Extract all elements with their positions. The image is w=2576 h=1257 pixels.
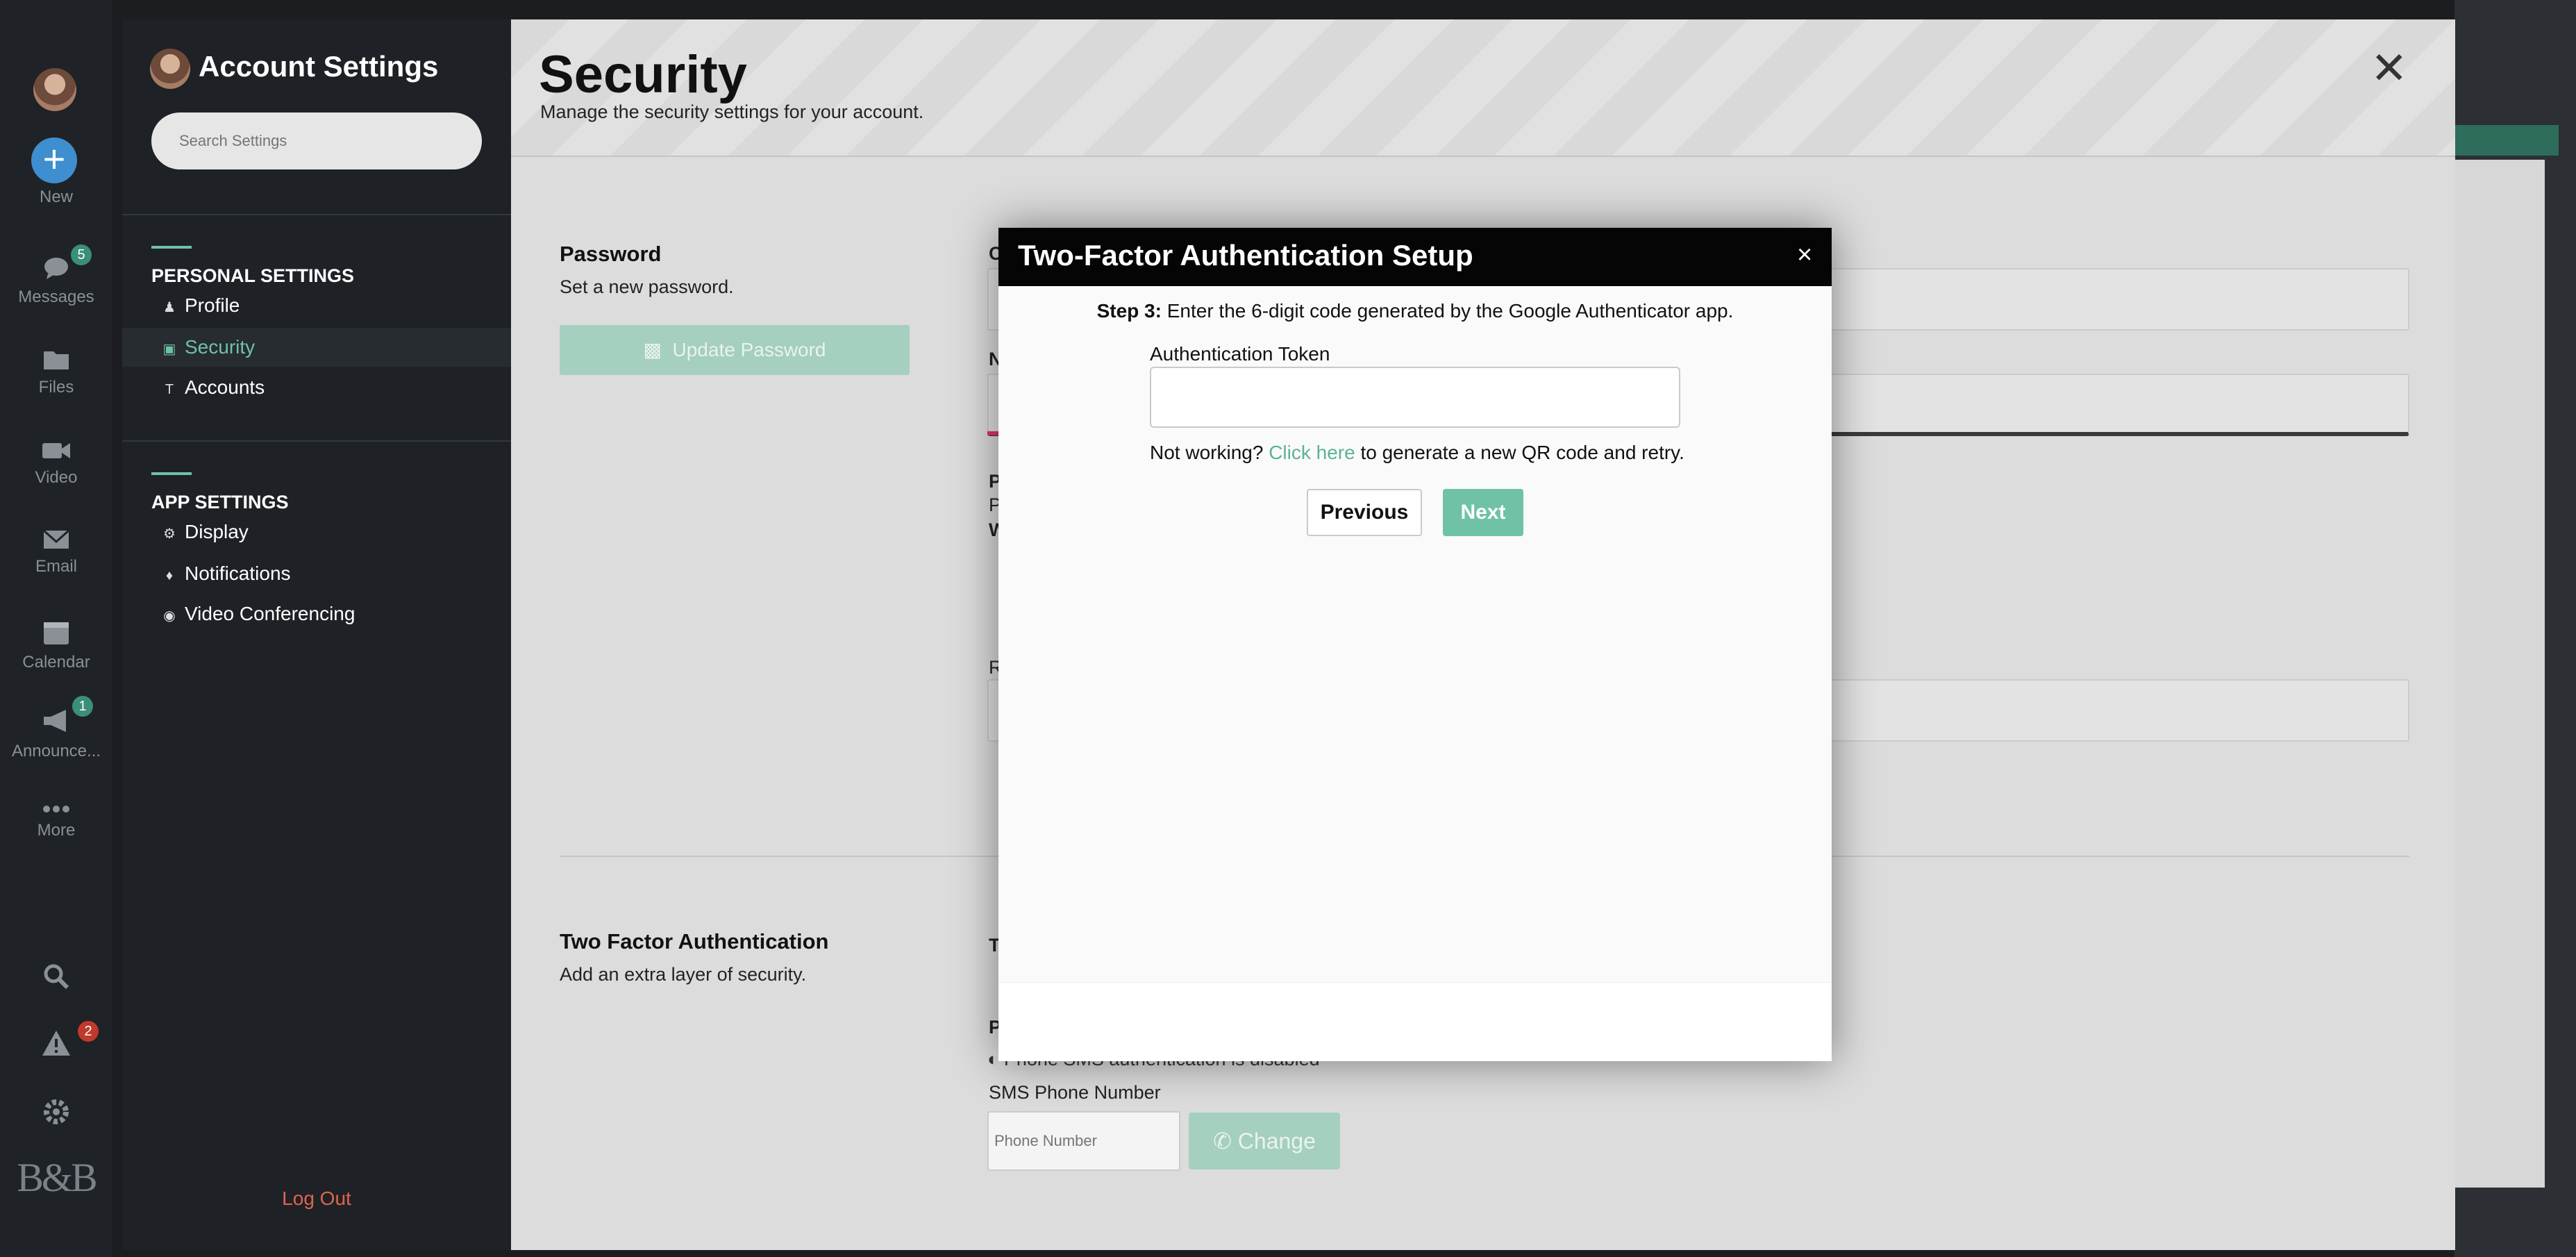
two-factor-setup-modal: Two-Factor Authentication Setup × Step 3… [998, 228, 1832, 1061]
not-working-text: Not working? Click here to generate a ne… [1150, 442, 1684, 464]
megaphone-icon [44, 710, 66, 732]
background-app-panel [2454, 160, 2545, 1188]
rail-label: Email [35, 557, 77, 576]
rail-item-messages[interactable]: Messages [0, 256, 112, 307]
sidebar-item-label: Accounts [185, 376, 265, 398]
not-working-suffix: to generate a new QR code and retry. [1355, 442, 1684, 463]
sidebar-title: Account Settings [199, 50, 439, 83]
envelope-icon [43, 529, 69, 549]
bell-icon: ♦ [165, 568, 174, 583]
sidebar-item-label: Display [185, 521, 249, 542]
personal-settings-header: PERSONAL SETTINGS [151, 265, 355, 286]
rail-item-more[interactable]: More [0, 804, 112, 840]
alerts-badge: 2 [78, 1021, 99, 1042]
video-camera-icon [42, 443, 70, 458]
messages-badge: 5 [71, 244, 92, 265]
gear-icon: ⚙ [163, 526, 176, 542]
update-password-button[interactable]: ▩ Update Password [560, 325, 910, 375]
update-password-label: Update Password [672, 339, 826, 360]
rail-item-email[interactable]: Email [0, 529, 112, 576]
page-subtitle: Manage the security settings for your ac… [540, 101, 924, 122]
sidebar-item-label: Video Conferencing [185, 603, 356, 624]
camera-icon: ◉ [163, 608, 176, 624]
sidebar-item-video-conferencing[interactable]: ◉ Video Conferencing [122, 594, 511, 633]
new-label: New [39, 188, 73, 206]
modal-footer [998, 982, 1832, 1061]
regenerate-qr-link[interactable]: Click here [1269, 442, 1355, 463]
sidebar-item-label: Notifications [185, 563, 291, 584]
sidebar-divider [122, 214, 511, 215]
authentication-token-input[interactable] [1150, 367, 1680, 428]
sidebar-item-security[interactable]: ▣ Security [122, 328, 511, 367]
chat-icon [44, 258, 68, 279]
lock-icon: ▣ [162, 342, 176, 357]
logout-link[interactable]: Log Out [122, 1188, 511, 1210]
sms-phone-label: SMS Phone Number [989, 1082, 1161, 1103]
new-button[interactable]: + [31, 138, 77, 183]
not-working-prefix: Not working? [1150, 442, 1269, 463]
section-accent [151, 246, 192, 249]
step-text: Enter the 6-digit code generated by the … [1161, 300, 1734, 322]
app-settings-header: APP SETTINGS [151, 492, 289, 513]
modal-title: Two-Factor Authentication Setup [1018, 239, 1473, 272]
sidebar-item-display[interactable]: ⚙ Display [122, 513, 511, 551]
sidebar-item-label: Profile [185, 294, 240, 316]
step-instruction: Step 3: Enter the 6-digit code generated… [998, 300, 1832, 322]
change-phone-button[interactable]: ✆ Change [1189, 1113, 1340, 1169]
page-title: Security [539, 45, 747, 104]
rail-label: Messages [18, 288, 94, 306]
close-settings-icon[interactable]: ✕ [2370, 46, 2408, 90]
sidebar-item-label: Security [185, 336, 256, 358]
previous-button[interactable]: Previous [1307, 489, 1422, 536]
rail-label: Calendar [22, 653, 90, 672]
sidebar-avatar [150, 49, 190, 89]
rail-item-announcements[interactable]: Announce... [0, 707, 112, 761]
rail-label: Files [38, 378, 74, 397]
two-factor-section-title: Two Factor Authentication [560, 929, 829, 954]
rail-label: Announce... [11, 742, 101, 760]
change-label: Change [1237, 1129, 1316, 1154]
user-avatar[interactable] [33, 68, 76, 111]
sidebar-item-profile[interactable]: ♟ Profile [122, 286, 511, 325]
calendar-icon [44, 622, 69, 644]
phone-icon: ✆ [1213, 1129, 1238, 1154]
more-dots-icon [43, 806, 69, 813]
next-button[interactable]: Next [1443, 489, 1523, 536]
sidebar-item-notifications[interactable]: ♦ Notifications [122, 554, 511, 593]
rail-item-video[interactable]: Video [0, 436, 112, 488]
settings-header [511, 19, 2455, 157]
modal-header: Two-Factor Authentication Setup × [998, 228, 1832, 286]
password-section-desc: Set a new password. [560, 276, 734, 297]
settings-gear-icon[interactable] [0, 1097, 112, 1133]
background-app-header [2454, 125, 2559, 156]
password-section-title: Password [560, 242, 662, 266]
search-icon[interactable] [0, 963, 112, 997]
rail-item-files[interactable]: Files [0, 347, 112, 397]
rail-item-calendar[interactable]: Calendar [0, 618, 112, 672]
app-rail: + New Messages 5 Files Video Email Calen… [0, 0, 112, 1257]
save-icon: ▩ [643, 339, 673, 360]
announcements-badge: 1 [72, 696, 93, 717]
section-accent [151, 472, 192, 475]
sidebar-item-accounts[interactable]: T Accounts [122, 368, 511, 407]
rail-label: Video [35, 468, 78, 487]
person-icon: ♟ [163, 300, 176, 315]
sidebar-divider [122, 440, 511, 442]
step-label: Step 3: [1096, 300, 1162, 322]
company-logo: B&B [17, 1155, 98, 1200]
accounts-icon: T [165, 382, 174, 397]
token-label: Authentication Token [1150, 343, 1330, 365]
modal-close-icon[interactable]: × [1797, 242, 1812, 268]
phone-number-input[interactable] [987, 1111, 1180, 1171]
rail-label: More [37, 821, 76, 840]
folder-icon [44, 351, 69, 369]
settings-sidebar: Account Settings PERSONAL SETTINGS ♟ Prof… [122, 19, 511, 1250]
two-factor-section-desc: Add an extra layer of security. [560, 964, 807, 985]
search-settings-input[interactable] [151, 113, 482, 169]
